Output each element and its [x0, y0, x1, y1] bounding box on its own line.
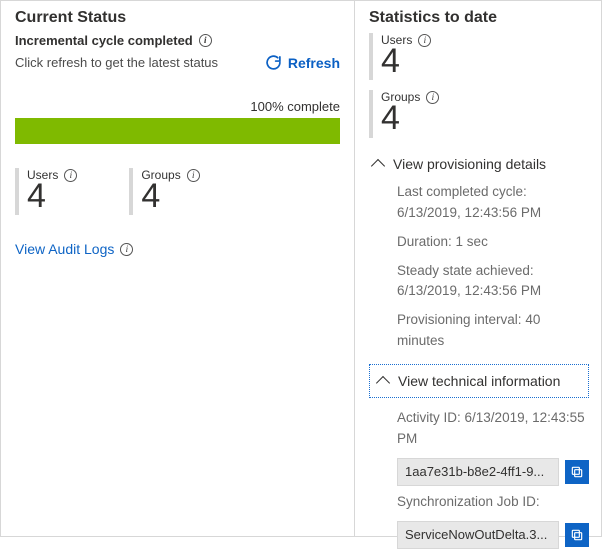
duration-value: 1 sec — [456, 234, 488, 249]
refresh-button[interactable]: Refresh — [265, 54, 340, 71]
metric-users: Users i 4 — [15, 168, 77, 215]
sync-job-id-label: Synchronization Job ID: — [397, 494, 540, 509]
cycle-status-text: Incremental cycle completed — [15, 33, 193, 48]
refresh-icon — [265, 54, 282, 71]
copy-activity-id-button[interactable] — [565, 460, 589, 484]
stat-users-value: 4 — [381, 43, 589, 80]
steady-state-value: 6/13/2019, 12:43:56 PM — [397, 283, 541, 298]
stat-groups: Groups i 4 — [369, 90, 589, 137]
audit-logs-row: View Audit Logs i — [15, 241, 133, 257]
activity-id-field[interactable]: 1aa7e31b-b8e2-4ff1-9... — [397, 458, 559, 486]
info-icon[interactable]: i — [120, 243, 133, 256]
stats-title: Statistics to date — [369, 9, 589, 27]
last-cycle-value: 6/13/2019, 12:43:56 PM — [397, 205, 541, 220]
progress-label: 100% complete — [15, 99, 340, 114]
cycle-status-row: Incremental cycle completed i — [15, 33, 340, 48]
metric-groups-value: 4 — [141, 178, 199, 215]
provisioning-details-toggle[interactable]: View provisioning details — [369, 150, 589, 182]
chevron-up-icon — [371, 159, 385, 173]
activity-id-row: Activity ID: 6/13/2019, 12:43:55 PM — [397, 408, 589, 450]
info-icon[interactable]: i — [418, 34, 431, 47]
refresh-label: Refresh — [288, 55, 340, 71]
last-cycle-row: Last completed cycle: 6/13/2019, 12:43:5… — [397, 182, 589, 224]
copy-sync-job-id-button[interactable] — [565, 523, 589, 547]
activity-id-label: Activity ID: — [397, 410, 461, 425]
provisioning-details: View provisioning details Last completed… — [369, 150, 589, 352]
technical-information-toggle[interactable]: View technical information — [369, 364, 589, 398]
duration-row: Duration: 1 sec — [397, 232, 589, 253]
technical-information: View technical information Activity ID: … — [369, 364, 589, 549]
statistics-panel: Statistics to date Users i 4 Groups i 4 … — [355, 1, 601, 536]
stat-users: Users i 4 — [369, 33, 589, 80]
sync-job-id-field[interactable]: ServiceNowOutDelta.3... — [397, 521, 559, 549]
metric-users-value: 4 — [27, 178, 77, 215]
stat-groups-value: 4 — [381, 100, 589, 137]
metric-groups: Groups i 4 — [129, 168, 199, 215]
chevron-up-icon — [376, 376, 390, 390]
refresh-hint: Click refresh to get the latest status — [15, 55, 218, 70]
info-icon[interactable]: i — [64, 169, 77, 182]
provisioning-details-header: View provisioning details — [393, 156, 546, 172]
interval-label: Provisioning interval: — [397, 312, 522, 327]
last-cycle-label: Last completed cycle: — [397, 184, 527, 199]
progress-bar — [15, 118, 340, 144]
steady-state-row: Steady state achieved: 6/13/2019, 12:43:… — [397, 261, 589, 303]
info-icon[interactable]: i — [187, 169, 200, 182]
steady-state-label: Steady state achieved: — [397, 263, 534, 278]
info-icon[interactable]: i — [199, 34, 212, 47]
page-title: Current Status — [15, 9, 340, 27]
duration-label: Duration: — [397, 234, 452, 249]
view-audit-logs-link[interactable]: View Audit Logs — [15, 241, 114, 257]
interval-row: Provisioning interval: 40 minutes — [397, 310, 589, 352]
technical-information-header: View technical information — [398, 373, 560, 389]
sync-job-id-row: Synchronization Job ID: — [397, 492, 589, 513]
current-status-panel: Current Status Incremental cycle complet… — [1, 1, 355, 536]
